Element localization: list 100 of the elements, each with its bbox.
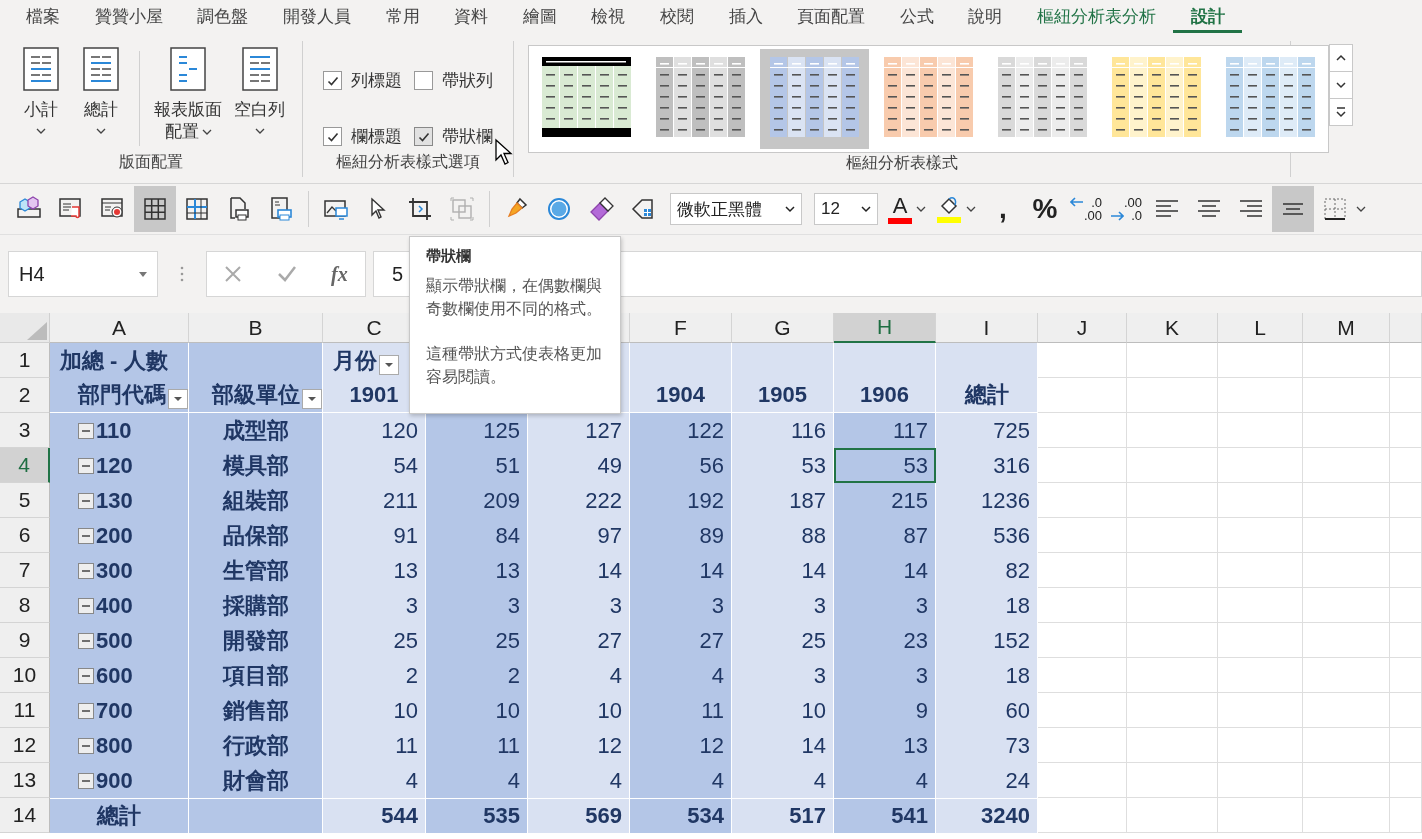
menu-tab[interactable]: 檢視 — [574, 0, 643, 33]
menu-tab[interactable]: 資料 — [436, 0, 506, 33]
layout-button[interactable]: 總計 — [73, 45, 129, 137]
column-header[interactable]: G — [732, 313, 834, 343]
menu-tab[interactable]: 常用 — [368, 0, 437, 33]
grid-cell[interactable] — [1038, 518, 1127, 553]
collapse-button[interactable] — [78, 597, 94, 614]
grid-cell[interactable] — [1038, 553, 1127, 588]
grid-cell[interactable] — [1038, 693, 1127, 728]
font-color-button[interactable]: A — [884, 186, 916, 232]
menu-tab[interactable]: 繪圖 — [505, 0, 575, 33]
check-icon[interactable] — [276, 265, 297, 283]
grid-cell[interactable] — [1127, 798, 1218, 833]
collapse-button[interactable] — [78, 632, 94, 649]
checkbox[interactable] — [414, 127, 433, 146]
grid-cell[interactable] — [1303, 378, 1390, 413]
drag-handle-icon[interactable] — [180, 266, 184, 282]
checkbox-option[interactable]: 列標題 — [323, 65, 402, 96]
grid-cell[interactable] — [1303, 728, 1390, 763]
grid-cell[interactable] — [1390, 553, 1422, 588]
grid-cell[interactable] — [1038, 728, 1127, 763]
grid-cell[interactable] — [1390, 798, 1422, 833]
grid-cell[interactable] — [1390, 693, 1422, 728]
grid-cell[interactable] — [1303, 553, 1390, 588]
grid-cell[interactable] — [1218, 693, 1303, 728]
collapse-button[interactable] — [78, 492, 94, 509]
checkbox[interactable] — [323, 127, 342, 146]
row-header[interactable]: 3 — [0, 413, 50, 448]
row-header[interactable]: 8 — [0, 588, 50, 623]
grid-cell[interactable] — [1218, 553, 1303, 588]
collapse-button[interactable] — [78, 562, 94, 579]
filter-button[interactable] — [168, 389, 188, 409]
checkbox[interactable] — [323, 71, 342, 90]
menu-tab[interactable]: 插入 — [711, 0, 780, 33]
column-header[interactable]: M — [1303, 313, 1390, 343]
checkbox[interactable] — [414, 71, 433, 90]
row-header[interactable]: 2 — [0, 378, 50, 413]
dropdown-field[interactable]: 微軟正黑體 — [670, 193, 802, 225]
menu-tab[interactable]: 說明 — [951, 0, 1020, 33]
menu-tab[interactable]: 校閱 — [642, 0, 712, 33]
grid-cell[interactable] — [1303, 763, 1390, 798]
grid-cell[interactable] — [1218, 763, 1303, 798]
grid-cell[interactable] — [1390, 413, 1422, 448]
collapse-button[interactable] — [78, 702, 94, 719]
row-header[interactable]: 5 — [0, 483, 50, 518]
row-header[interactable]: 9 — [0, 623, 50, 658]
function-button[interactable]: fx — [331, 262, 348, 286]
collapse-button[interactable] — [78, 667, 94, 684]
row-header[interactable]: 11 — [0, 693, 50, 728]
scroll-up-button[interactable] — [1329, 44, 1353, 72]
grid-cell[interactable] — [1218, 378, 1303, 413]
grid-cell[interactable] — [1303, 588, 1390, 623]
more-button[interactable] — [1329, 98, 1353, 126]
checkbox-option[interactable]: 帶狀欄 — [414, 121, 493, 152]
grid-cell[interactable] — [1127, 378, 1218, 413]
grid-cell[interactable] — [1303, 798, 1390, 833]
row-header[interactable]: 14 — [0, 798, 50, 833]
row-header[interactable]: 13 — [0, 763, 50, 798]
layout-button[interactable]: 空白列 — [230, 45, 289, 137]
filter-button[interactable] — [379, 355, 399, 375]
grid-cell[interactable] — [1303, 413, 1390, 448]
grid-cell[interactable] — [1127, 693, 1218, 728]
grid-cell[interactable] — [1127, 728, 1218, 763]
grid-cell[interactable] — [1127, 448, 1218, 483]
grid-cell[interactable] — [1303, 658, 1390, 693]
row-header[interactable]: 10 — [0, 658, 50, 693]
collapse-button[interactable] — [78, 457, 94, 474]
grid-cell[interactable] — [1038, 483, 1127, 518]
grid-cell[interactable] — [1038, 798, 1127, 833]
grid-cell[interactable] — [1303, 518, 1390, 553]
grid-cell[interactable] — [1390, 728, 1422, 763]
grid-cell[interactable] — [1390, 658, 1422, 693]
menu-tab[interactable]: 樞紐分析表分析 — [1019, 0, 1174, 33]
grid-cell[interactable] — [1127, 413, 1218, 448]
format-button[interactable]: % — [1024, 186, 1066, 232]
grid-cell[interactable] — [1390, 378, 1422, 413]
column-header[interactable]: H — [834, 313, 936, 343]
grid-cell[interactable] — [1390, 483, 1422, 518]
grid-cell[interactable] — [1038, 413, 1127, 448]
align-button[interactable] — [1272, 186, 1314, 232]
row-header[interactable]: 1 — [0, 343, 50, 378]
grid-cell[interactable] — [1218, 518, 1303, 553]
grid-cell[interactable] — [1038, 588, 1127, 623]
grid-cell[interactable] — [1127, 658, 1218, 693]
collapse-button[interactable] — [78, 772, 94, 789]
toolbar-button[interactable] — [134, 186, 176, 232]
decimal-button[interactable]: .0 .00 — [1066, 186, 1106, 232]
grid-cell[interactable] — [1218, 798, 1303, 833]
menu-tab[interactable]: 贊贊小屋 — [77, 0, 181, 33]
grid-cell[interactable] — [1038, 448, 1127, 483]
grid-cell[interactable] — [1303, 448, 1390, 483]
caret-icon[interactable] — [966, 205, 976, 213]
grid-cell[interactable] — [1218, 413, 1303, 448]
grid-cell[interactable] — [1303, 693, 1390, 728]
row-header[interactable]: 7 — [0, 553, 50, 588]
grid-cell[interactable] — [1218, 588, 1303, 623]
grid-cell[interactable] — [1218, 658, 1303, 693]
grid-cell[interactable] — [1218, 343, 1303, 378]
column-header[interactable]: B — [189, 313, 323, 343]
grid-cell[interactable] — [1390, 448, 1422, 483]
